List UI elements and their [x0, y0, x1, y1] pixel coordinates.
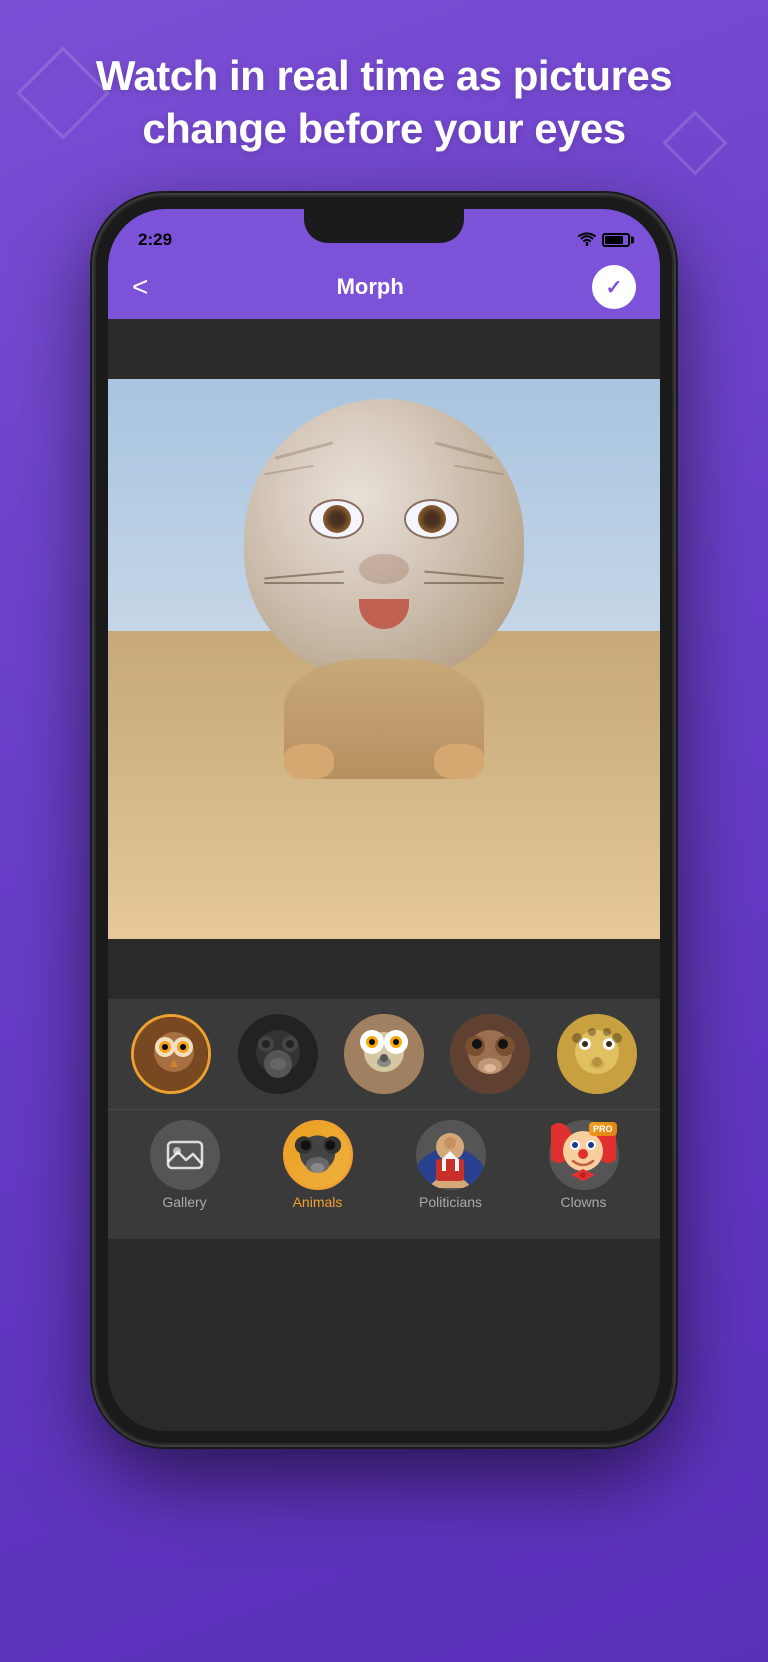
top-dark-band	[108, 319, 660, 379]
mouth-area	[359, 599, 409, 629]
clowns-icon-bg: PRO	[549, 1120, 619, 1190]
right-hand	[434, 744, 484, 779]
morph-image-content	[108, 379, 660, 939]
app-navigation-bar: < Morph ✓	[108, 259, 660, 319]
monkey-image	[450, 1014, 530, 1094]
politicians-label: Politicians	[419, 1194, 482, 1210]
gallery-icon-bg	[150, 1120, 220, 1190]
nose-area	[359, 554, 409, 584]
phone-notch	[304, 209, 464, 243]
nav-gallery[interactable]: Gallery	[150, 1120, 220, 1210]
nav-animals[interactable]: Animals	[283, 1120, 353, 1210]
battery-icon	[602, 233, 630, 247]
confirm-button[interactable]: ✓	[592, 265, 636, 309]
phone-frame: 2:29 <	[94, 195, 674, 1445]
clowns-label: Clowns	[561, 1194, 607, 1210]
bottom-navigation: Gallery	[108, 1109, 660, 1239]
thumbnail-monkey[interactable]	[450, 1014, 530, 1094]
right-pupil	[418, 505, 446, 533]
thumbnail-owl[interactable]	[131, 1014, 211, 1094]
back-button[interactable]: <	[132, 273, 148, 301]
whisker-right-top	[424, 571, 504, 580]
thumbnail-lemur[interactable]	[344, 1014, 424, 1094]
thumbnail-gorilla[interactable]	[238, 1014, 318, 1094]
face-shape	[244, 399, 524, 679]
thumbnails-row	[108, 999, 660, 1109]
gallery-label: Gallery	[162, 1194, 206, 1210]
whisker-left-mid	[264, 582, 344, 584]
gorilla-image	[238, 1014, 318, 1094]
leopard-image	[557, 1014, 637, 1094]
headline-line1: Watch in real time as pictures	[96, 52, 672, 99]
headline-line2: change before your eyes	[142, 105, 625, 152]
headline: Watch in real time as pictures change be…	[36, 0, 732, 185]
nav-clowns[interactable]: PRO	[549, 1120, 619, 1210]
bottom-dark-band	[108, 939, 660, 999]
status-time: 2:29	[138, 230, 172, 250]
pro-badge: PRO	[589, 1122, 617, 1136]
status-icons	[578, 232, 630, 249]
wrinkle-detail	[435, 441, 494, 459]
nav-title: Morph	[337, 274, 404, 300]
owl-image	[134, 1017, 208, 1091]
nav-politicians[interactable]: Politicians	[416, 1120, 486, 1210]
whisker-right-mid	[424, 582, 504, 584]
wifi-icon	[578, 232, 596, 249]
wrinkle-detail	[275, 441, 334, 459]
left-pupil	[323, 505, 351, 533]
phone-screen: 2:29 <	[108, 209, 660, 1431]
politicians-icon-bg	[416, 1120, 486, 1190]
animals-icon-bg	[283, 1120, 353, 1190]
left-hand	[284, 744, 334, 779]
whisker-left-top	[264, 571, 344, 580]
checkmark-icon: ✓	[606, 275, 623, 300]
right-eye	[404, 499, 459, 539]
left-eye	[309, 499, 364, 539]
lemur-image	[344, 1014, 424, 1094]
animals-label: Animals	[293, 1194, 343, 1210]
morph-display-image	[108, 379, 660, 939]
wrinkle-detail	[454, 465, 504, 476]
thumbnail-leopard[interactable]	[557, 1014, 637, 1094]
morphed-face	[224, 399, 544, 799]
wrinkle-detail	[264, 465, 314, 476]
phone-mockup: 2:29 <	[94, 195, 674, 1445]
